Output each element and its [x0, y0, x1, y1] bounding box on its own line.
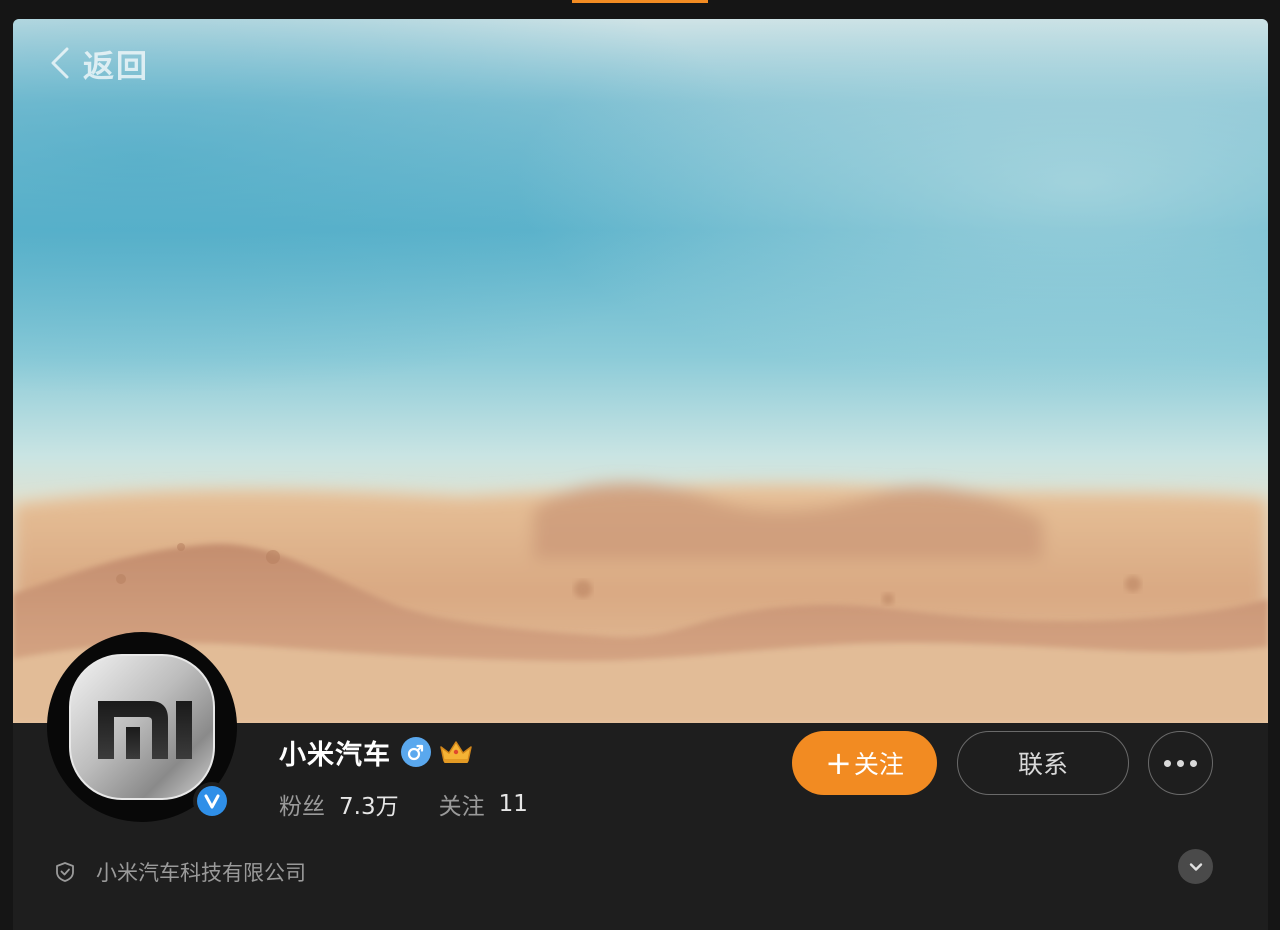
shield-icon	[56, 862, 74, 882]
fans-label: 粉丝	[279, 794, 325, 820]
verification-text: 小米汽车科技有限公司	[96, 861, 306, 885]
contact-button[interactable]: 联系	[957, 731, 1129, 795]
cover-image: 返回	[13, 19, 1268, 723]
follow-button[interactable]: + 关注	[792, 731, 937, 795]
verification-row: 小米汽车科技有限公司	[54, 852, 306, 892]
following-count[interactable]: 11	[499, 791, 528, 817]
more-button[interactable]	[1148, 731, 1213, 795]
name-row: 小米汽车	[279, 732, 475, 772]
plus-icon: +	[825, 744, 852, 782]
verified-badge	[193, 782, 231, 820]
follow-label: 关注	[853, 750, 904, 779]
active-tab-indicator	[572, 0, 708, 3]
more-dots-icon	[1164, 759, 1171, 767]
expand-button[interactable]	[1178, 849, 1213, 884]
back-label: 返回	[83, 48, 149, 85]
verified-badge-icon	[197, 786, 227, 816]
back-button[interactable]: 返回	[47, 43, 149, 85]
chevron-left-icon	[51, 47, 69, 79]
stats-row: 粉丝 7.3万 关注 11	[279, 786, 528, 822]
xiaomi-logo	[69, 654, 215, 800]
fans-count[interactable]: 7.3万	[339, 787, 399, 821]
crown-icon	[440, 741, 472, 763]
chevron-down-icon	[1189, 862, 1202, 871]
profile-name: 小米汽车	[279, 739, 391, 771]
following-label: 关注	[438, 794, 485, 820]
contact-label: 联系	[1017, 750, 1068, 779]
male-icon	[401, 737, 431, 767]
